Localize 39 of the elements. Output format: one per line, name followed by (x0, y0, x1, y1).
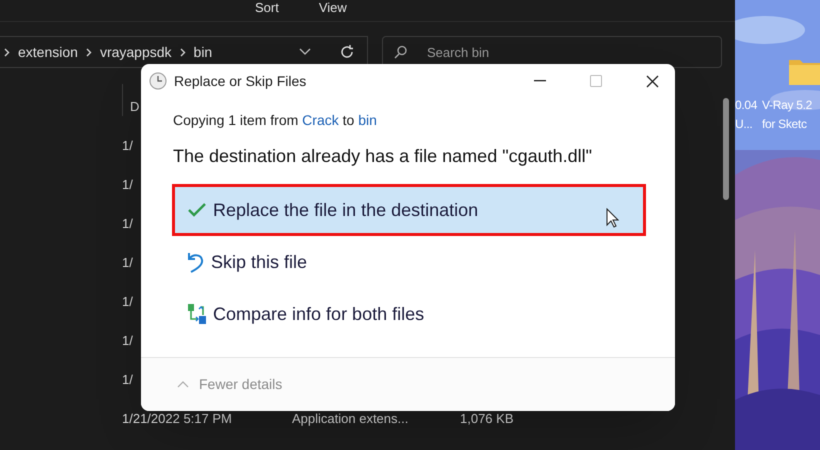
date-cell: 1/ (122, 254, 133, 270)
compare-icon (187, 303, 207, 325)
chevron-down-icon[interactable] (299, 48, 311, 56)
date-cell: 1/ (122, 138, 133, 153)
date-cell: 1/ (122, 216, 133, 231)
caret-up-icon (177, 381, 189, 388)
close-icon (646, 74, 658, 88)
chevron-right-icon (4, 48, 10, 56)
check-icon (187, 202, 207, 218)
breadcrumb-item[interactable]: vrayappsdk (100, 42, 172, 62)
window-title: Replace or Skip Files (174, 72, 306, 91)
undo-arrow-icon (187, 251, 205, 273)
toolbar-button[interactable]: View (318, 1, 347, 14)
column-header[interactable]: D (130, 96, 140, 116)
link[interactable]: Crack (302, 112, 339, 128)
option-button[interactable]: Replace the file in the destination (172, 184, 646, 236)
type-cell: Application extens... (292, 410, 408, 426)
date-cell: 1/ (122, 332, 133, 348)
date-cell: 1/ (122, 176, 133, 192)
breadcrumb-item[interactable]: extension (18, 42, 78, 62)
dialog-heading: The destination already has a file named "cgauth.dll" (173, 145, 594, 168)
minimize-icon (534, 80, 546, 82)
breadcrumb-item[interactable]: bin (194, 42, 212, 62)
copy-status: Copying 1 item from Crack to bin (173, 111, 378, 130)
refresh-icon[interactable] (339, 44, 355, 60)
date-cell: 1/ (122, 372, 133, 387)
search-icon (394, 45, 408, 59)
chevron-right-icon (180, 48, 186, 56)
toolbar-button[interactable]: Sort (255, 1, 279, 14)
size-cell: 1,076 KB (460, 410, 514, 426)
chevron-right-icon (86, 48, 92, 56)
scrollbar-thumb[interactable] (723, 98, 729, 200)
date-cell: 1/ (122, 294, 133, 309)
maximize-icon (590, 75, 602, 87)
cursor-icon (606, 208, 619, 228)
clock-icon (149, 72, 167, 90)
folder-icon[interactable] (789, 57, 820, 85)
link[interactable]: bin (358, 112, 377, 128)
date-cell: 1/21/2022 5:17 PM (122, 410, 232, 426)
